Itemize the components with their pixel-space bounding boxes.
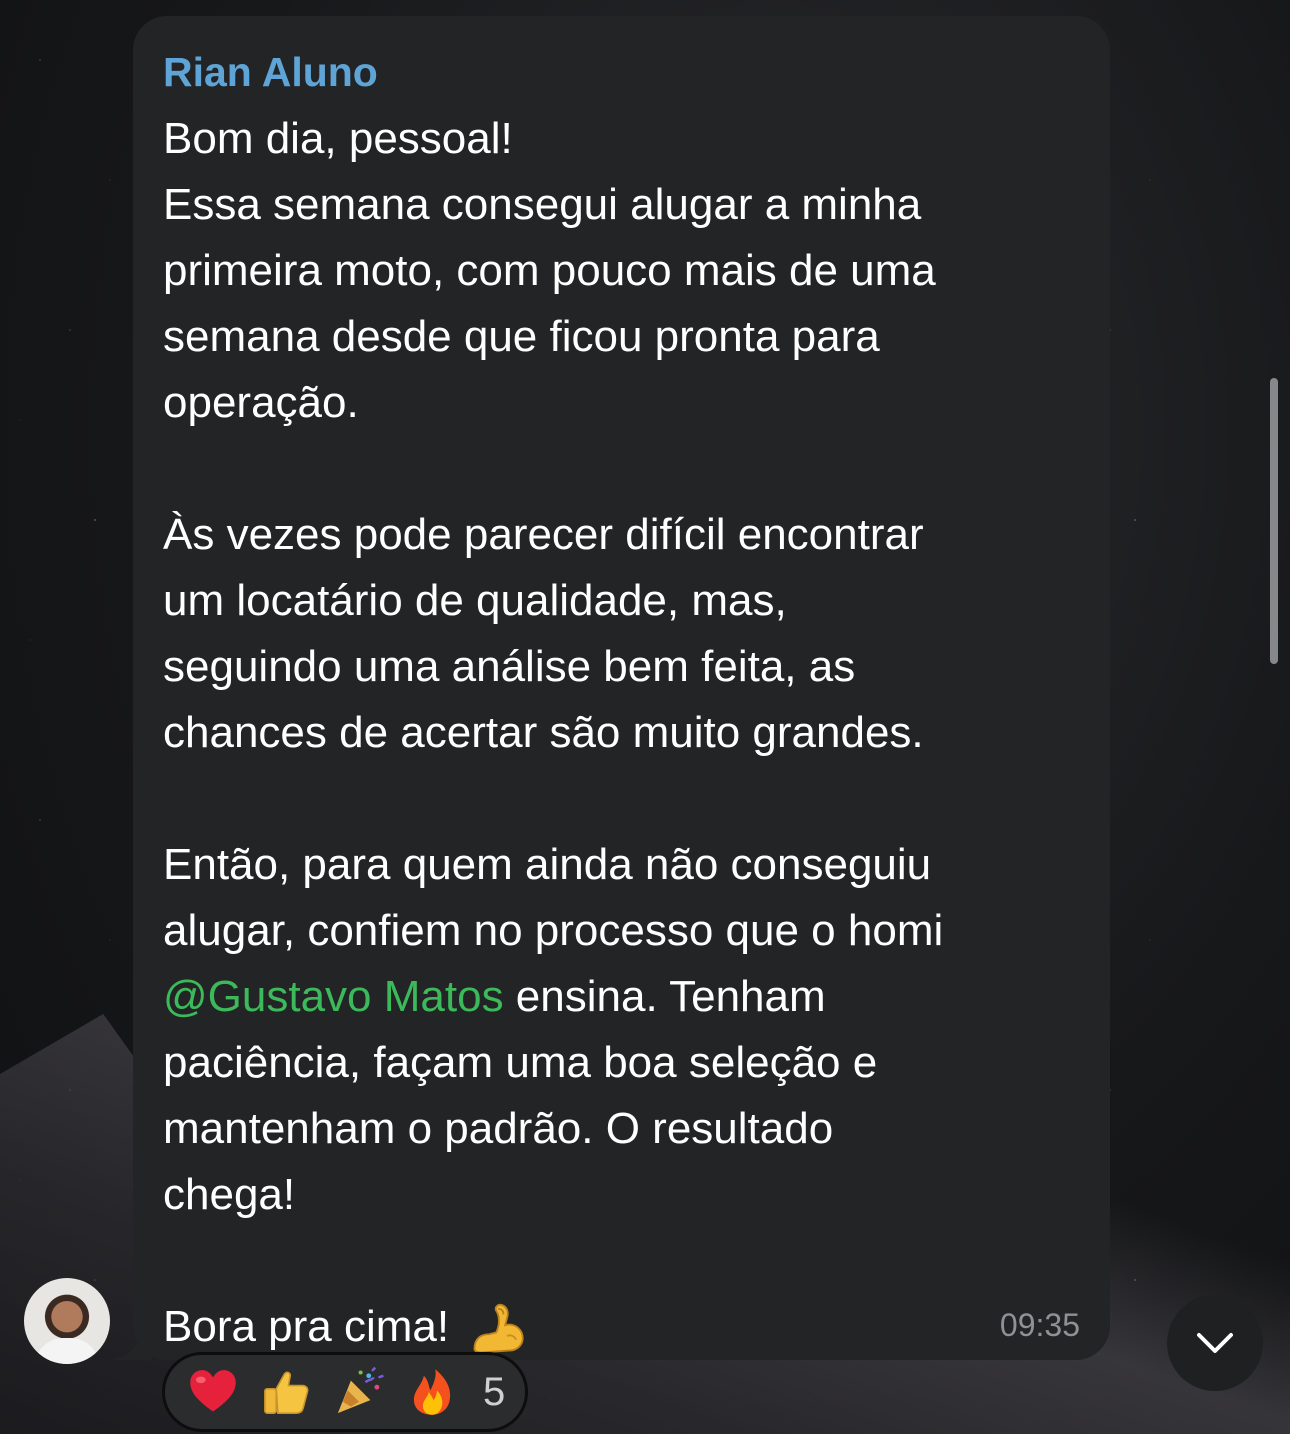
reactions-bar[interactable]: 5 xyxy=(162,1352,528,1432)
flexed-biceps-icon xyxy=(473,1303,524,1354)
message-line: seguindo uma análise bem feita, as xyxy=(163,642,856,691)
red-heart-icon[interactable] xyxy=(187,1366,239,1418)
message-text: Bom dia, pessoal! Essa semana consegui a… xyxy=(163,106,1080,1360)
closing-text: Bora pra cima! xyxy=(163,1302,450,1351)
message-line: Então, para quem ainda não conseguiu xyxy=(163,840,932,889)
message-line: alugar, confiem no processo que o homi xyxy=(163,906,944,955)
message-line: chances de acertar são muito grandes. xyxy=(163,708,924,757)
message-line: Às vezes pode parecer difícil encontrar xyxy=(163,510,924,559)
message-line: Essa semana consegui alugar a minha xyxy=(163,180,922,229)
avatar[interactable] xyxy=(24,1278,110,1364)
message-line: Bora pra cima! xyxy=(163,1294,1080,1360)
mention-link[interactable]: @Gustavo Matos xyxy=(163,972,504,1021)
reaction-count: 5 xyxy=(483,1369,506,1414)
message-line: chega! xyxy=(163,1170,296,1219)
sender-name[interactable]: Rian Aluno xyxy=(163,46,1080,98)
message-line: @Gustavo Matos ensina. Tenham xyxy=(163,964,1080,1030)
message-line: mantenham o padrão. O resultado xyxy=(163,1104,834,1153)
message-timestamp: 09:35 xyxy=(999,1307,1080,1343)
fire-icon[interactable] xyxy=(406,1366,458,1418)
message-line: operação. xyxy=(163,378,359,427)
chevron-down-icon xyxy=(1197,1333,1233,1353)
party-popper-icon[interactable] xyxy=(333,1366,385,1418)
scroll-to-bottom-button[interactable] xyxy=(1167,1295,1263,1391)
message-line: Bom dia, pessoal! xyxy=(163,114,513,163)
message-line: paciência, façam uma boa seleção e xyxy=(163,1038,878,1087)
thumbs-up-icon[interactable] xyxy=(260,1366,312,1418)
message-line: primeira moto, com pouco mais de uma xyxy=(163,246,936,295)
message-line-rest: ensina. Tenham xyxy=(503,972,826,1021)
scrollbar[interactable] xyxy=(1270,378,1278,664)
message-line: semana desde que ficou pronta para xyxy=(163,312,880,361)
message-line: um locatário de qualidade, mas, xyxy=(163,576,787,625)
message-bubble[interactable]: Rian Aluno Bom dia, pessoal! Essa semana… xyxy=(133,16,1110,1360)
